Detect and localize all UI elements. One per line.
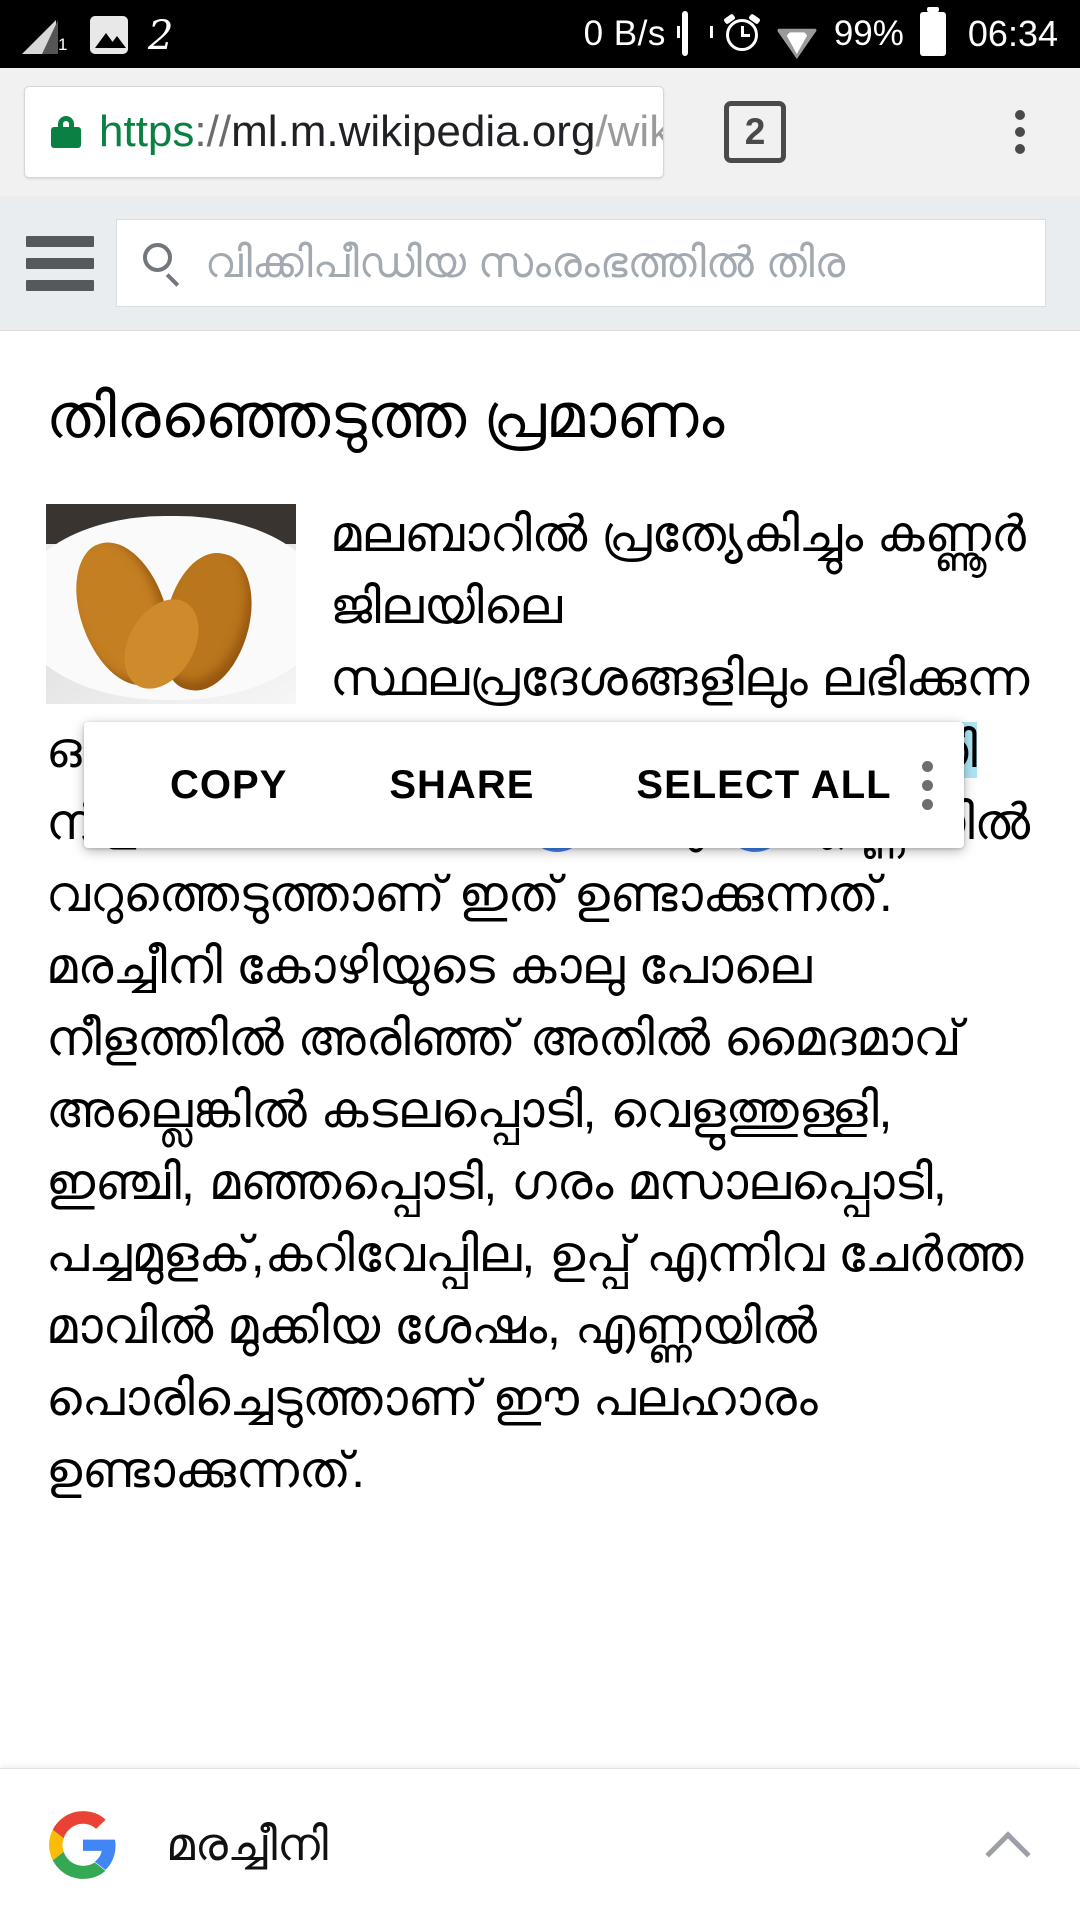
page-title: തിരഞ്ഞെടുത്ത പ്രമാണം	[46, 382, 725, 451]
address-bar[interactable]: https://ml.m.wikipedia.org/wik	[24, 86, 664, 178]
image-icon	[90, 16, 128, 54]
chevron-up-icon[interactable]	[985, 1822, 1034, 1877]
google-search-bar[interactable]: മരച്ചീനി	[0, 1768, 1080, 1920]
search-input[interactable]: വിക്കിപീഡിയ സംരംഭത്തിൽ തിര	[116, 219, 1046, 307]
status-bar-left-icons: 1 2	[22, 13, 174, 59]
google-logo-icon	[49, 1810, 116, 1879]
signal-bars-icon: 1	[22, 14, 70, 54]
url-scheme: https	[99, 107, 195, 156]
url-text: https://ml.m.wikipedia.org/wik	[99, 107, 664, 157]
article-container: തിരഞ്ഞെടുത്ത പ്രമാണം മലബാറിൽ പ്രത്യേകിച്…	[0, 381, 1080, 1506]
tab-switcher-button[interactable]: 2	[724, 101, 786, 163]
signal-sim-label: 1	[58, 35, 68, 54]
url-separator: ://	[194, 107, 232, 156]
article-thumbnail[interactable]	[46, 504, 296, 705]
battery-full-icon	[919, 7, 946, 56]
share-button[interactable]: SHARE	[359, 763, 564, 808]
clock-label: 06:34	[967, 13, 1058, 54]
lock-icon	[51, 116, 81, 148]
text-selection-context-menu: COPY SHARE SELECT ALL	[84, 722, 964, 848]
copy-button[interactable]: COPY	[140, 763, 317, 808]
browser-overflow-menu-icon[interactable]	[998, 101, 1042, 163]
google-query-label: മരച്ചീനി	[166, 1817, 328, 1870]
network-speed-label: 0 B/s	[583, 14, 666, 53]
search-icon	[143, 243, 183, 287]
wikipedia-header: വിക്കിപീഡിയ സംരംഭത്തിൽ തിര	[0, 196, 1080, 331]
vibrate-icon	[676, 11, 713, 56]
select-all-button[interactable]: SELECT ALL	[606, 763, 921, 808]
alarm-clock-icon	[723, 13, 761, 52]
status-bar-right-icons: 0 B/s 99% 06:34	[583, 7, 1058, 59]
status-bar: 1 2 0 B/s 99% 06:34	[0, 0, 1080, 68]
battery-percent-label: 99%	[833, 14, 904, 53]
browser-toolbar: https://ml.m.wikipedia.org/wik 2	[0, 68, 1080, 196]
url-path: /wik	[595, 107, 664, 156]
content-fade-overlay	[0, 1732, 1080, 1768]
context-menu-overflow-icon[interactable]	[921, 760, 933, 810]
wifi-icon	[775, 17, 818, 59]
hamburger-menu-icon[interactable]	[26, 225, 94, 302]
url-host: ml.m.wikipedia.org	[231, 107, 596, 156]
app-notification-icon: 2	[148, 13, 174, 59]
search-placeholder: വിക്കിപീഡിയ സംരംഭത്തിൽ തിര	[205, 238, 846, 287]
